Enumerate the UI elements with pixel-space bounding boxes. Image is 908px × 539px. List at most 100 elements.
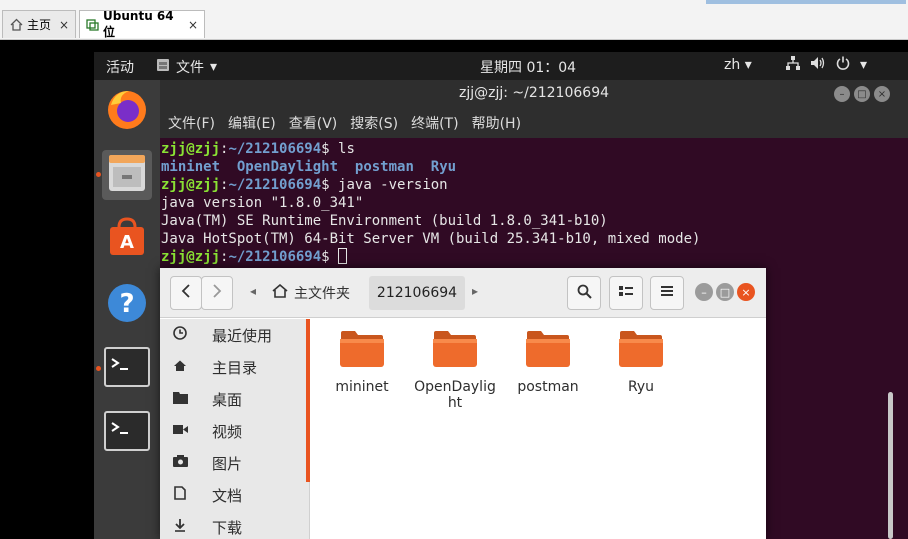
gnome-top-bar: 活动 文件 ▾ 星期四 01：04 zh ▾ ▾	[94, 52, 908, 80]
search-button[interactable]	[567, 276, 601, 310]
breadcrumb-scroll-left-icon[interactable]: ◂	[250, 284, 256, 298]
menu-terminal[interactable]: 终端(T)	[411, 113, 458, 133]
firefox-icon	[105, 87, 149, 135]
running-indicator	[96, 172, 101, 177]
system-tray[interactable]: ▾	[786, 56, 867, 74]
download-icon	[160, 518, 200, 536]
sidebar-item-desktop[interactable]: 桌面	[160, 383, 305, 415]
breadcrumb-home[interactable]: 主文件夹	[268, 276, 366, 310]
ls-entry: postman	[354, 159, 414, 175]
menu-button[interactable]	[650, 276, 684, 310]
folder-label: mininet	[335, 379, 389, 395]
software-center-icon: A	[105, 215, 149, 263]
view-toggle-button[interactable]	[609, 276, 643, 310]
prompt-end: $	[321, 141, 339, 157]
terminal-line: zjj@zjj:~/212106694$	[161, 248, 908, 266]
prompt-user: zjj@zjj	[161, 177, 221, 193]
command: java -version	[338, 177, 448, 193]
dock-help[interactable]: ?	[102, 280, 152, 330]
host-tab-home[interactable]: 主页 ×	[2, 10, 76, 38]
folder-icon	[525, 329, 571, 373]
svg-text:?: ?	[119, 289, 134, 319]
dock-terminal-1[interactable]	[102, 344, 152, 394]
dock-software[interactable]: A	[102, 214, 152, 264]
close-button[interactable]: ×	[737, 283, 755, 301]
terminal-line: Java HotSpot(TM) 64-Bit Server VM (build…	[161, 231, 701, 247]
screen: 主页 × Ubuntu 64 位 × 活动 文件 ▾ 星期四 01：04 zh	[0, 0, 908, 539]
dock-terminal-2[interactable]	[102, 408, 152, 458]
sidebar-item-label: 下载	[212, 518, 243, 537]
sidebar-item-recent[interactable]: 最近使用	[160, 319, 305, 351]
help-icon: ?	[105, 281, 149, 329]
window-controls: – □ ×	[695, 283, 755, 301]
close-button[interactable]: ×	[874, 86, 890, 102]
ls-entry: mininet	[161, 159, 221, 175]
files-headerbar[interactable]: ◂ 主文件夹 212106694 ▸ – □ ×	[160, 268, 766, 318]
sidebar-item-label: 主目录	[212, 358, 258, 377]
dock-firefox[interactable]	[102, 86, 152, 136]
sidebar-item-documents[interactable]: 文档	[160, 479, 305, 511]
menu-view[interactable]: 查看(V)	[289, 113, 338, 133]
dock-files[interactable]	[102, 150, 152, 200]
files-content: mininet OpenDaylight postman Ryu	[311, 319, 766, 539]
folder-label: Ryu	[627, 379, 655, 395]
menu-help[interactable]: 帮助(H)	[472, 113, 521, 133]
folder-icon	[160, 391, 200, 408]
back-button[interactable]	[170, 276, 202, 310]
home-icon	[272, 283, 288, 302]
breadcrumb-current[interactable]: 212106694	[369, 276, 465, 310]
minimize-button[interactable]: –	[695, 283, 713, 301]
document-icon	[160, 486, 200, 504]
search-icon	[577, 284, 592, 303]
sidebar-item-home[interactable]: 主目录	[160, 351, 305, 383]
ubuntu-desktop: 活动 文件 ▾ 星期四 01：04 zh ▾ ▾ A ? zjj@zjj: ~/…	[94, 52, 908, 539]
terminal-titlebar[interactable]: zjj@zjj: ~/212106694 – □ ×	[160, 80, 908, 108]
folder-item[interactable]: Ryu	[596, 329, 686, 395]
terminal-cursor	[338, 248, 348, 264]
svg-text:A: A	[120, 232, 134, 253]
activities-button[interactable]: 活动	[106, 57, 134, 77]
folder-item[interactable]: OpenDaylight	[410, 329, 500, 411]
terminal-scrollbar[interactable]	[888, 392, 893, 539]
network-icon	[786, 56, 800, 74]
close-icon[interactable]: ×	[59, 18, 69, 32]
sidebar-item-label: 最近使用	[212, 326, 273, 345]
sidebar-scrollbar[interactable]	[306, 319, 310, 482]
host-tab-vm[interactable]: Ubuntu 64 位 ×	[79, 9, 205, 39]
lang-label: zh	[724, 57, 741, 73]
sidebar-item-videos[interactable]: 视频	[160, 415, 305, 447]
maximize-button[interactable]: □	[854, 86, 870, 102]
home-icon	[160, 359, 200, 376]
input-method-indicator[interactable]: zh ▾	[724, 57, 752, 73]
power-icon	[836, 56, 850, 74]
close-icon[interactable]: ×	[188, 18, 198, 32]
menu-edit[interactable]: 编辑(E)	[228, 113, 276, 133]
file-cabinet-icon	[105, 151, 149, 199]
menu-file[interactable]: 文件(F)	[168, 113, 215, 133]
folder-item[interactable]: mininet	[317, 329, 407, 395]
terminal-icon	[104, 411, 150, 455]
breadcrumb-scroll-right-icon[interactable]: ▸	[472, 284, 478, 298]
terminal-line: zjj@zjj:~/212106694$ ls	[161, 140, 908, 158]
forward-button[interactable]	[201, 276, 233, 310]
ls-entry: Ryu	[430, 159, 457, 175]
menu-search[interactable]: 搜索(S)	[350, 113, 398, 133]
home-icon	[9, 18, 23, 32]
vm-icon	[86, 18, 99, 32]
sidebar-item-label: 文档	[212, 486, 243, 505]
clock[interactable]: 星期四 01：04	[480, 57, 576, 77]
chevron-down-icon: ▾	[210, 59, 218, 75]
dock: A ?	[94, 80, 160, 539]
chevron-right-icon	[212, 284, 222, 302]
prompt-path: ~/212106694	[228, 249, 322, 265]
folder-item[interactable]: postman	[503, 329, 593, 395]
app-menu[interactable]: 文件 ▾	[156, 57, 217, 77]
ls-entry: OpenDaylight	[236, 159, 339, 175]
sidebar-item-label: 桌面	[212, 390, 243, 409]
maximize-button[interactable]: □	[716, 283, 734, 301]
sidebar-item-pictures[interactable]: 图片	[160, 447, 305, 479]
prompt-path: ~/212106694	[228, 141, 322, 157]
sidebar-item-downloads[interactable]: 下载	[160, 511, 305, 539]
window-controls: – □ ×	[834, 86, 890, 102]
minimize-button[interactable]: –	[834, 86, 850, 102]
